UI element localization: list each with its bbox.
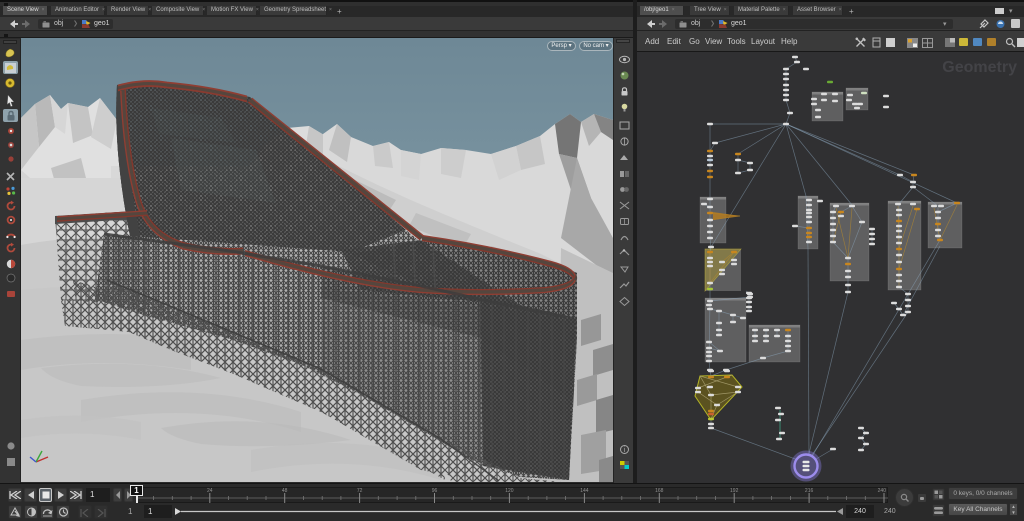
svg-text:240: 240 <box>878 488 887 494</box>
svg-text:96: 96 <box>432 488 438 494</box>
svg-text:120: 120 <box>505 488 514 494</box>
svg-text:72: 72 <box>357 488 363 494</box>
svg-text:192: 192 <box>730 488 739 494</box>
svg-text:168: 168 <box>655 488 664 494</box>
svg-text:144: 144 <box>580 488 589 494</box>
svg-text:216: 216 <box>805 488 814 494</box>
svg-text:48: 48 <box>282 488 288 494</box>
svg-text:24: 24 <box>207 488 213 494</box>
